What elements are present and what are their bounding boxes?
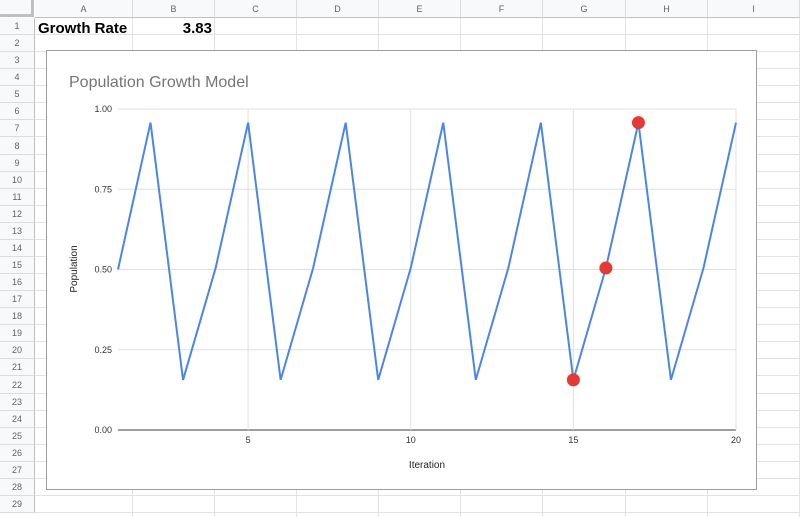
row-header-25[interactable]: 25: [0, 428, 35, 445]
highlighted-point[interactable]: [631, 116, 645, 130]
row-header-24[interactable]: 24: [0, 411, 35, 428]
row-header-5[interactable]: 5: [0, 86, 35, 103]
cell-b1-growth-rate-value[interactable]: 3.83: [133, 20, 212, 37]
cell-a1-growth-rate-label[interactable]: Growth Rate: [38, 20, 127, 37]
column-header-a[interactable]: A: [35, 0, 133, 18]
row-header-17[interactable]: 17: [0, 291, 35, 308]
row-header-14[interactable]: 14: [0, 240, 35, 257]
row-gridline: [35, 495, 800, 496]
x-axis-label: Iteration: [409, 460, 445, 471]
row-header-13[interactable]: 13: [0, 223, 35, 240]
row-header-4[interactable]: 4: [0, 69, 35, 86]
row-header-3[interactable]: 3: [0, 52, 35, 69]
row-header-7[interactable]: 7: [0, 120, 35, 137]
row-header-29[interactable]: 29: [0, 496, 35, 513]
x-tick-label: 20: [731, 435, 741, 445]
row-header-20[interactable]: 20: [0, 342, 35, 359]
y-axis-label: Population: [69, 245, 80, 292]
column-header-i[interactable]: I: [708, 0, 800, 18]
y-tick-label: 1.00: [94, 104, 112, 114]
row-header-28[interactable]: 28: [0, 479, 35, 496]
column-header-e[interactable]: E: [379, 0, 461, 18]
row-header-2[interactable]: 2: [0, 35, 35, 52]
row-header-11[interactable]: 11: [0, 189, 35, 206]
row-header-18[interactable]: 18: [0, 308, 35, 325]
row-header-1[interactable]: 1: [0, 18, 35, 35]
column-header-g[interactable]: G: [543, 0, 626, 18]
chart-svg: Population Growth Model 0.00 0.25 0.50 0.75…: [69, 74, 741, 471]
row-header-21[interactable]: 21: [0, 359, 35, 376]
x-tick-label: 10: [406, 435, 416, 445]
row-header-9[interactable]: 9: [0, 155, 35, 172]
column-header-h[interactable]: H: [626, 0, 708, 18]
y-tick-label: 0.00: [94, 425, 112, 435]
column-header-b[interactable]: B: [133, 0, 215, 18]
row-header-10[interactable]: 10: [0, 172, 35, 189]
y-tick-label: 0.25: [94, 345, 112, 355]
row-header-15[interactable]: 15: [0, 257, 35, 274]
row-gridline: [35, 512, 800, 513]
select-all-corner[interactable]: [0, 0, 34, 17]
highlighted-point[interactable]: [599, 261, 613, 275]
row-header-22[interactable]: 22: [0, 376, 35, 394]
y-tick-label: 0.50: [94, 265, 112, 275]
row-header-23[interactable]: 23: [0, 394, 35, 411]
x-tick-label: 15: [568, 435, 578, 445]
row-header-19[interactable]: 19: [0, 325, 35, 342]
x-tick-label: 5: [246, 435, 251, 445]
row-header-27[interactable]: 27: [0, 462, 35, 479]
column-header-f[interactable]: F: [461, 0, 543, 18]
y-tick-label: 0.75: [94, 184, 112, 194]
row-header-16[interactable]: 16: [0, 274, 35, 291]
row-header-8[interactable]: 8: [0, 137, 35, 155]
chart-title: Population Growth Model: [69, 74, 249, 91]
series-line-population: [117, 122, 737, 381]
highlighted-point[interactable]: [566, 373, 580, 387]
population-growth-chart[interactable]: Population Growth Model 0.00 0.25 0.50 0.75…: [46, 50, 757, 490]
column-header-c[interactable]: C: [215, 0, 297, 18]
row-header-6[interactable]: 6: [0, 103, 35, 120]
row-header-12[interactable]: 12: [0, 206, 35, 223]
row-header-26[interactable]: 26: [0, 445, 35, 462]
column-header-d[interactable]: D: [297, 0, 379, 18]
